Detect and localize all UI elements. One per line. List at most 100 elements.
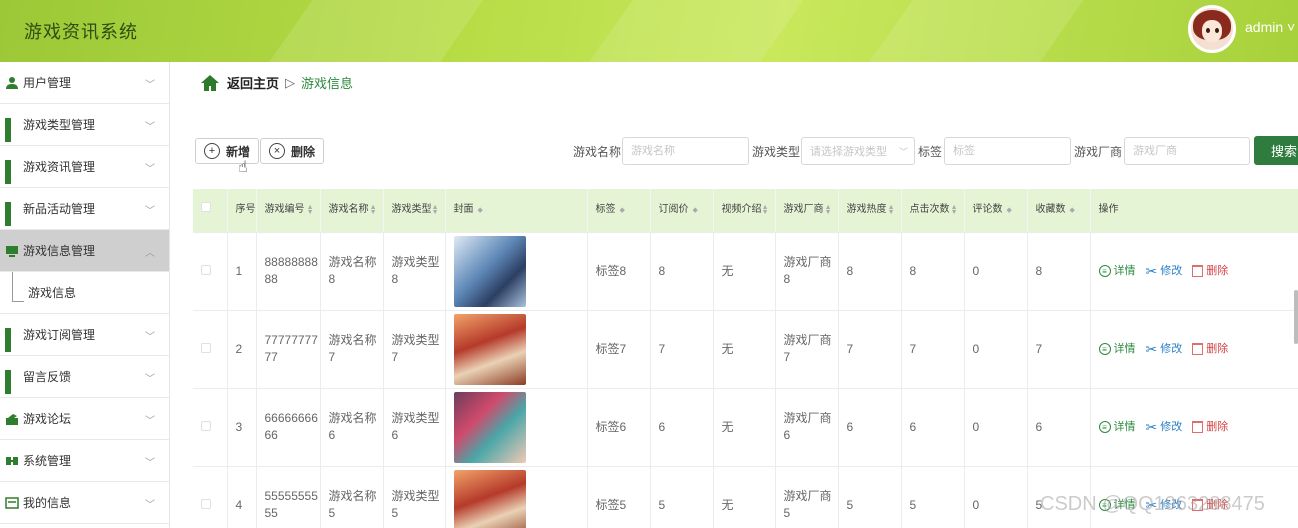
cell-video: 无 <box>713 388 776 467</box>
select-all-checkbox[interactable] <box>201 202 211 213</box>
top-header: 游戏资讯系统 admin ˅ <box>0 0 1298 62</box>
game-maker-input[interactable] <box>1124 137 1250 165</box>
col-header-name[interactable]: 游戏名称 ▲ ▼ <box>320 189 384 233</box>
cell-price: 7 <box>650 310 714 389</box>
wrench-icon: ✂ <box>1145 340 1158 357</box>
game-name-input[interactable] <box>622 137 749 165</box>
cell-price: 6 <box>650 388 714 467</box>
tag-input[interactable] <box>944 137 1071 165</box>
scrollbar-thumb[interactable] <box>1294 290 1298 344</box>
cell-name: 游戏名称6 <box>320 388 384 467</box>
col-header-type[interactable]: 游戏类型 ▲ ▼ <box>383 189 446 233</box>
sidebar-item-game-news[interactable]: 游戏资讯管理 ﹀ <box>0 146 169 188</box>
col-header-code[interactable]: 游戏编号 ▲ ▼ <box>256 189 321 233</box>
cell-heat: 7 <box>838 310 902 389</box>
cell-tag: 标签7 <box>587 310 651 389</box>
sidebar-item-label: 留言反馈 <box>23 370 72 384</box>
chevron-down-icon: ﹀ <box>145 500 155 511</box>
grid-icon <box>5 159 19 184</box>
sidebar-item-label: 用户管理 <box>23 76 72 90</box>
breadcrumb-home-link[interactable]: 返回主页 <box>227 73 279 92</box>
detail-icon: ≡ <box>1098 421 1111 433</box>
edit-button[interactable]: ✂ 修改 <box>1146 419 1183 436</box>
sidebar-item-users[interactable]: 用户管理 ﹀ <box>0 62 169 104</box>
col-header-maker[interactable]: 游戏厂商 ▲ ▼ <box>775 189 839 233</box>
col-header-cover[interactable]: 封面 ◆ <box>445 189 588 233</box>
sidebar-item-label: 新品活动管理 <box>23 202 96 216</box>
col-header-clicks[interactable]: 点击次数 ▲ ▼ <box>901 189 965 233</box>
detail-button[interactable]: ≡ 详情 <box>1098 341 1136 358</box>
chevron-down-icon: ﹀ <box>145 416 155 427</box>
row-checkbox[interactable] <box>201 264 211 275</box>
sidebar-item-forum[interactable]: 游戏论坛 ﹀ <box>0 398 169 440</box>
sidebar-item-new-events[interactable]: 新品活动管理 ﹀ <box>0 188 169 230</box>
row-checkbox[interactable] <box>201 342 211 353</box>
col-header-heat[interactable]: 游戏热度 ▲ ▼ <box>838 189 902 233</box>
sidebar-item-profile[interactable]: 我的信息 ﹀ <box>0 482 169 524</box>
home-icon[interactable] <box>200 74 220 92</box>
chevron-down-icon: ﹀ <box>145 332 155 343</box>
cell-ops: ≡ 详情 ✂ 修改 删除 <box>1090 388 1298 467</box>
cell-name: 游戏名称8 <box>320 232 384 311</box>
col-header-tag[interactable]: 标签 ◆ <box>587 189 651 233</box>
sidebar-item-game-info-mgmt[interactable]: 游戏信息管理 ︿ <box>0 230 169 272</box>
header-decoration <box>255 0 485 62</box>
cover-image[interactable] <box>453 313 526 385</box>
chevron-down-icon: ﹀ <box>145 80 155 91</box>
cell-heat: 6 <box>838 388 902 467</box>
cell-comments: 0 <box>964 388 1028 467</box>
detail-button[interactable]: ≡ 详情 <box>1098 263 1136 280</box>
cell-code: 6666666666 <box>256 388 321 467</box>
cell-favs: 7 <box>1027 310 1091 389</box>
sort-icon: ◆ <box>1006 206 1012 214</box>
sidebar-item-subscriptions[interactable]: 游戏订阅管理 ﹀ <box>0 314 169 356</box>
detail-button[interactable]: ≡ 详情 <box>1098 419 1136 436</box>
detail-icon: ≡ <box>1098 343 1111 355</box>
cover-image[interactable] <box>453 235 526 307</box>
tree-line <box>12 272 24 302</box>
sidebar-subitem-game-info[interactable]: 游戏信息 <box>0 272 169 314</box>
forum-icon <box>5 412 19 426</box>
cell-idx: 2 <box>227 310 257 389</box>
trash-icon <box>1192 421 1204 433</box>
cell-idx: 1 <box>227 232 257 311</box>
cover-image[interactable] <box>453 469 526 528</box>
cell-type: 游戏类型8 <box>383 232 446 311</box>
search-button[interactable]: 搜索 <box>1254 136 1298 165</box>
cover-image[interactable] <box>453 391 526 463</box>
sidebar-item-system[interactable]: 系统管理 ﹀ <box>0 440 169 482</box>
sort-icon: ▲ ▼ <box>887 204 895 216</box>
sidebar-item-game-types[interactable]: 游戏类型管理 ﹀ <box>0 104 169 146</box>
col-header-comments[interactable]: 评论数 ◆ <box>964 189 1028 233</box>
delete-row-button[interactable]: 删除 <box>1192 263 1228 280</box>
add-button[interactable]: + 新增 <box>195 138 260 164</box>
row-checkbox-cell <box>193 388 228 467</box>
cell-clicks: 6 <box>901 388 965 467</box>
select-all-checkbox-cell <box>193 189 228 233</box>
delete-button[interactable]: × 删除 <box>260 138 325 164</box>
col-header-video[interactable]: 视频介绍 ▲ ▼ <box>713 189 776 233</box>
edit-button[interactable]: ✂ 修改 <box>1146 263 1183 280</box>
delete-row-button[interactable]: 删除 <box>1192 341 1228 358</box>
sidebar-item-label: 系统管理 <box>23 454 72 468</box>
delete-row-button[interactable]: 删除 <box>1192 419 1228 436</box>
avatar[interactable] <box>1188 5 1236 53</box>
col-header-price[interactable]: 订阅价 ◆ <box>650 189 714 233</box>
cell-heat: 8 <box>838 232 902 311</box>
game-type-placeholder: 请选择游戏类型 <box>810 146 887 158</box>
user-menu[interactable]: admin ˅ <box>1245 19 1295 35</box>
sort-icon: ◆ <box>1069 206 1075 214</box>
cell-favs: 8 <box>1027 232 1091 311</box>
sidebar-item-feedback[interactable]: 留言反馈 ﹀ <box>0 356 169 398</box>
breadcrumb-separator: ▷ <box>285 74 296 90</box>
row-checkbox[interactable] <box>201 498 211 509</box>
cell-type: 游戏类型5 <box>383 466 446 528</box>
edit-button[interactable]: ✂ 修改 <box>1146 341 1183 358</box>
col-header-favs[interactable]: 收藏数 ◆ <box>1027 189 1091 233</box>
game-info-table: 序号 游戏编号 ▲ ▼ 游戏名称 ▲ ▼ 游戏类型 ▲ ▼ 封面 ◆ 标签 ◆ 订阅价 ◆ 视频介… <box>193 189 1298 528</box>
row-checkbox[interactable] <box>201 420 211 431</box>
table-row: 1 8888888888 游戏名称8 游戏类型8 标签8 8 无游戏厂商8 8 8 0 8 ≡ 详情 ✂ 修… <box>193 232 1298 311</box>
game-type-select[interactable]: 请选择游戏类型 ﹀ <box>801 137 915 165</box>
chevron-down-icon: ﹀ <box>145 206 155 217</box>
cell-heat: 5 <box>838 466 902 528</box>
